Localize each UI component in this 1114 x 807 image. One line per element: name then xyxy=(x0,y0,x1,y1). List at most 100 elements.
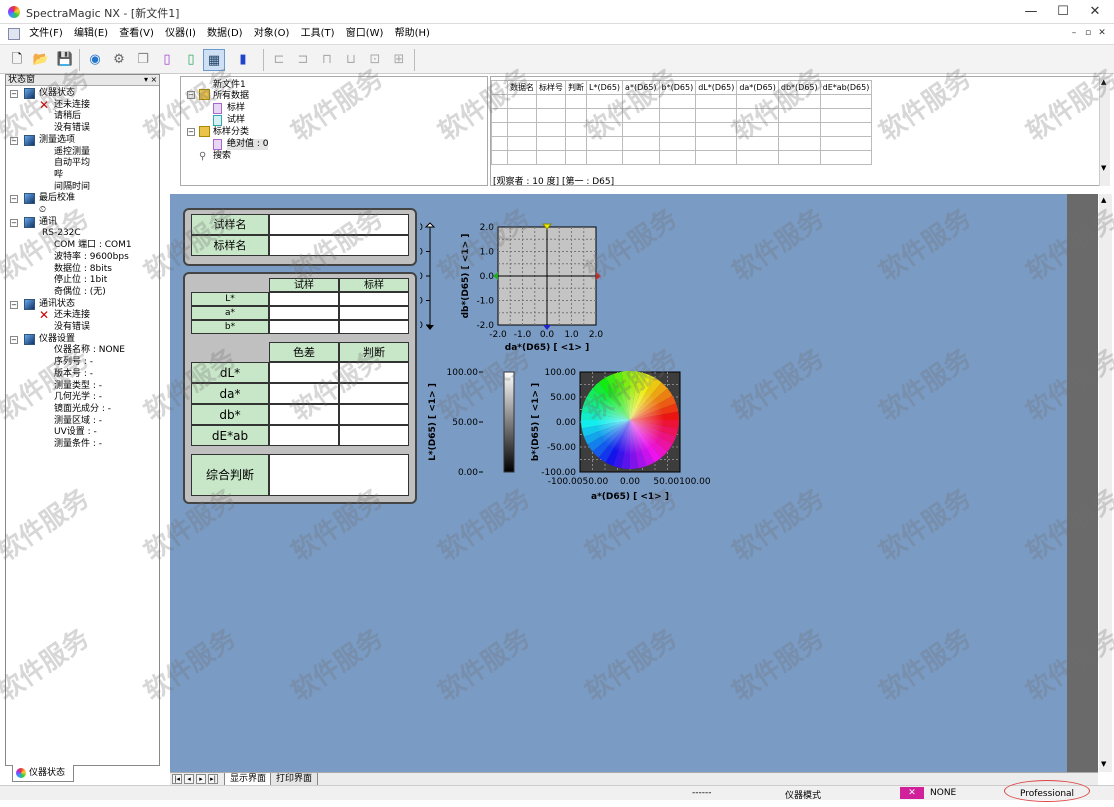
status-row-label: 请稍后 xyxy=(54,111,82,122)
layout2-icon[interactable]: ⊐ xyxy=(292,49,314,71)
status-row-label: 镜面光成分 : - xyxy=(54,403,112,414)
instrument-status-tab[interactable]: 仪器状态 xyxy=(12,765,74,782)
maximize-button[interactable]: ☐ xyxy=(1048,2,1078,22)
tree-search[interactable]: 搜索 xyxy=(213,151,231,162)
clock-icon: ⏲ xyxy=(39,205,47,215)
status-row-label: 波特率 : 9600bps xyxy=(54,251,129,262)
table-row[interactable] xyxy=(491,108,873,123)
expand-toggle[interactable]: − xyxy=(10,335,18,344)
grid-header[interactable]: L*(D65) xyxy=(585,80,624,95)
data-grid: 数据名 标样号 判断 L*(D65) a*(D65) b*(D65) dL*(D65) da*… xyxy=(490,76,1100,187)
grid-header[interactable]: 数据名 xyxy=(507,80,537,95)
table-row[interactable] xyxy=(491,136,873,151)
status-row-label: 仪器名称 : NONE xyxy=(54,345,125,356)
layout4-icon[interactable]: ⊔ xyxy=(340,49,362,71)
menu-window[interactable]: 窗口(W) xyxy=(342,25,388,43)
grid-header[interactable]: da*(D65) xyxy=(736,80,779,95)
info-icon[interactable]: ▮ xyxy=(232,49,254,71)
canvas-area: 试样名 标样名 试样 标样 L* a* b* 色差 判断 dL* da* db*… xyxy=(170,194,1098,772)
tree-sample[interactable]: 试样 xyxy=(227,115,245,126)
status-row-label: 仪器设置 xyxy=(39,333,76,344)
status-row-label: 几何光学 : - xyxy=(54,392,103,403)
menu-instrument[interactable]: 仪器(I) xyxy=(161,25,200,43)
panel-pin-button[interactable]: ▾ × xyxy=(144,75,157,84)
mdi-minimize-button[interactable]: – xyxy=(1068,28,1080,40)
save-icon[interactable]: 💾 xyxy=(54,49,76,71)
window-title: SpectraMagic NX - [新文件1] xyxy=(26,7,180,20)
edition-label: Professional xyxy=(1004,780,1090,802)
last-sheet-button[interactable]: ▸| xyxy=(208,774,218,784)
minimize-button[interactable]: — xyxy=(1016,2,1046,22)
mdi-restore-button[interactable]: ▫ xyxy=(1082,28,1094,40)
grid-header[interactable]: dE*ab(D65) xyxy=(819,80,873,95)
menu-file[interactable]: 文件(F) xyxy=(25,25,67,43)
menu-edit[interactable]: 编辑(E) xyxy=(70,25,112,43)
expand-category[interactable]: − xyxy=(187,128,195,136)
sample-icon xyxy=(213,115,222,126)
link-icon[interactable]: ⚙ xyxy=(108,49,130,71)
grid-scrollbar[interactable]: ▲ ▼ xyxy=(1099,76,1110,186)
copy-icon[interactable]: ❐ xyxy=(132,49,154,71)
tree-absolute[interactable]: 绝对值 : 0 xyxy=(227,139,269,150)
grid-header[interactable]: dL*(D65) xyxy=(695,80,738,95)
menu-tools[interactable]: 工具(T) xyxy=(297,25,339,43)
expand-all-data[interactable]: − xyxy=(187,91,195,99)
first-sheet-button[interactable]: |◂ xyxy=(172,774,182,784)
menu-data[interactable]: 数据(D) xyxy=(203,25,247,43)
expand-toggle[interactable]: − xyxy=(10,90,18,98)
grid-header[interactable]: b*(D65) xyxy=(658,80,697,95)
tree-all-data[interactable]: 所有数据 xyxy=(213,91,249,102)
status-row-label: UV设置 : - xyxy=(54,427,97,438)
sample-icon[interactable]: ▯ xyxy=(180,49,202,71)
status-row-label: 测量类型 : - xyxy=(54,380,103,391)
grid-header[interactable]: 判断 xyxy=(565,80,587,95)
calibration-icon xyxy=(24,193,35,205)
table-row[interactable] xyxy=(491,122,873,137)
x-mark-icon: ✕ xyxy=(39,97,50,112)
next-sheet-button[interactable]: ▸ xyxy=(196,774,206,784)
data-table[interactable]: 数据名 标样号 判断 L*(D65) a*(D65) b*(D65) dL*(D65) da*… xyxy=(491,80,873,165)
instrument-icon xyxy=(24,88,35,99)
status-row-label: 测量选项 xyxy=(39,134,76,145)
layout5-icon[interactable]: ⊡ xyxy=(364,49,386,71)
status-row-label: 没有错误 xyxy=(54,322,91,332)
canvas-blank[interactable] xyxy=(170,194,1066,772)
expand-toggle[interactable]: − xyxy=(10,136,18,145)
status-row-label: 哔 xyxy=(54,169,64,180)
tree-root[interactable]: 新文件1 xyxy=(213,80,246,91)
new-file-icon[interactable]: 🗋 xyxy=(6,49,28,71)
mdi-close-button[interactable]: ✕ xyxy=(1096,28,1108,40)
layout1-icon[interactable]: ⊏ xyxy=(268,49,290,71)
chart-view-icon[interactable]: ▦ xyxy=(203,49,225,71)
document-menu-icon xyxy=(8,28,20,40)
expand-toggle[interactable]: − xyxy=(10,218,18,227)
tree-standard[interactable]: 标样 xyxy=(227,103,245,114)
table-row[interactable] xyxy=(491,94,873,109)
folder-icon xyxy=(199,89,210,100)
open-folder-icon[interactable]: 📂 xyxy=(30,49,52,71)
status-row-label: 还未连接 xyxy=(54,310,91,321)
grid-header[interactable]: db*(D65) xyxy=(777,80,821,95)
options-icon xyxy=(24,134,35,146)
status-row-label: 序列号 : - xyxy=(54,357,94,368)
expand-toggle[interactable]: − xyxy=(10,195,18,204)
menu-object[interactable]: 对象(O) xyxy=(250,25,294,43)
menu-help[interactable]: 帮助(H) xyxy=(391,25,434,43)
table-row[interactable] xyxy=(491,150,873,165)
status-row-label: 奇偶位 : (无) xyxy=(54,286,106,297)
measure-icon[interactable]: ◉ xyxy=(84,49,106,71)
close-button[interactable]: ✕ xyxy=(1080,2,1110,22)
standard-icon[interactable]: ▯ xyxy=(156,49,178,71)
menu-view[interactable]: 查看(V) xyxy=(115,25,158,43)
canvas-scrollbar[interactable]: ▲ ▼ xyxy=(1099,194,1112,772)
layout6-icon[interactable]: ⊞ xyxy=(388,49,410,71)
expand-toggle[interactable]: − xyxy=(10,300,18,309)
layout3-icon[interactable]: ⊓ xyxy=(316,49,338,71)
tree-category[interactable]: 标样分类 xyxy=(213,127,249,138)
grid-header[interactable]: 标样号 xyxy=(536,80,566,95)
menu-bar: 文件(F) 编辑(E) 查看(V) 仪器(I) 数据(D) 对象(O) 工具(T… xyxy=(0,25,1114,43)
title-bar: SpectraMagic NX - [新文件1] — ☐ ✕ xyxy=(0,0,1114,24)
status-row-label: 没有错误 xyxy=(54,123,91,134)
grid-header[interactable]: a*(D65) xyxy=(622,80,660,95)
prev-sheet-button[interactable]: ◂ xyxy=(184,774,194,784)
